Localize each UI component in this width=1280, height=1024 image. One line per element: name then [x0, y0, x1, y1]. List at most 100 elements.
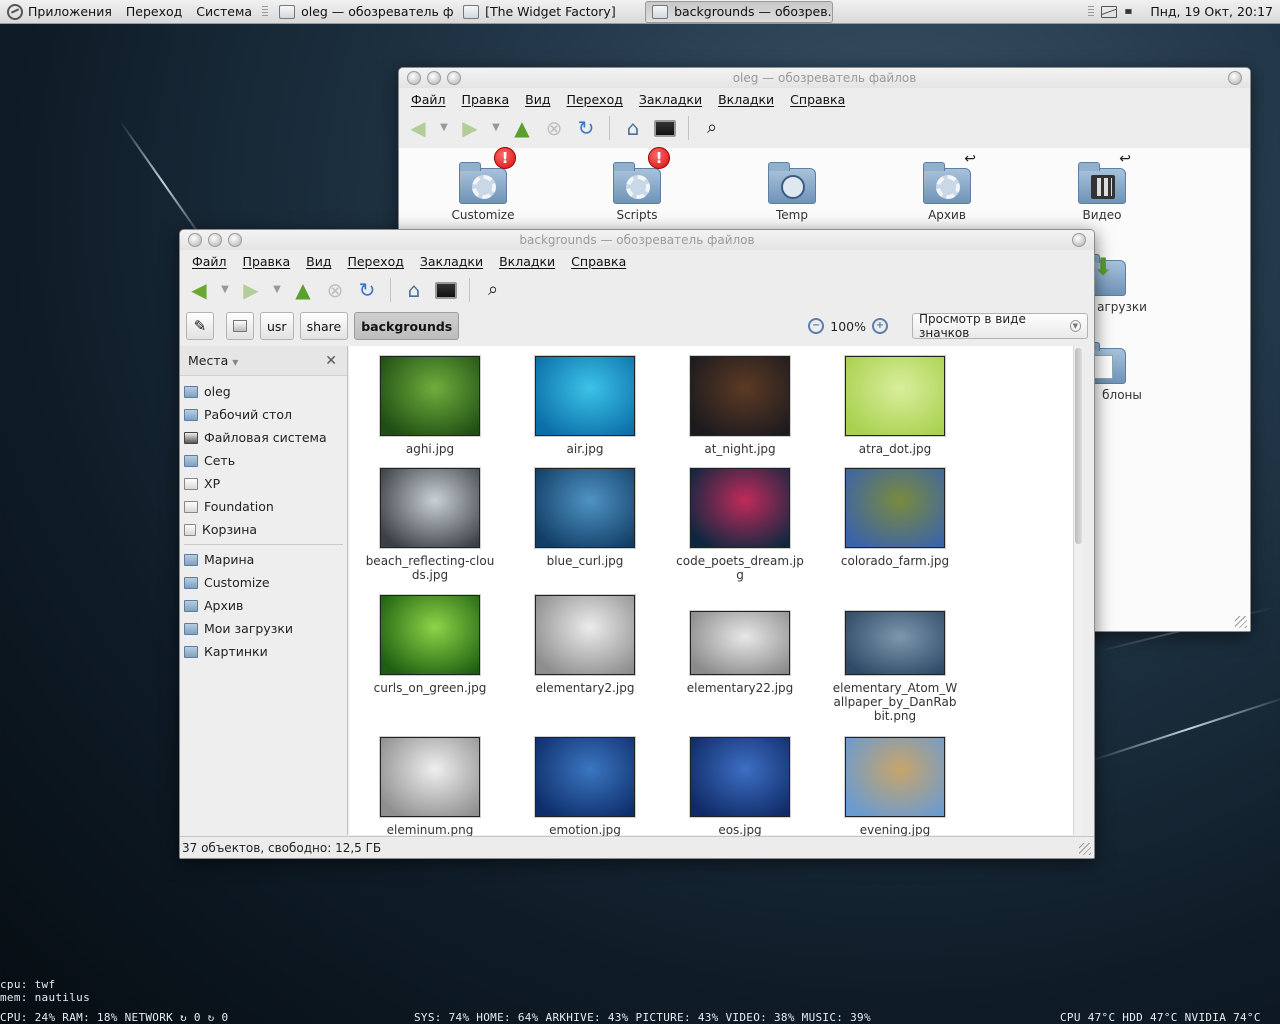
resize-grip[interactable] — [1235, 616, 1247, 628]
menu-tabs[interactable]: Вкладки — [710, 92, 782, 107]
folder-item[interactable]: ! Scripts — [577, 147, 697, 222]
reload-icon[interactable]: ↻ — [354, 277, 380, 303]
stop-icon[interactable]: ⊗ — [322, 277, 348, 303]
home-icon[interactable]: ⌂ — [620, 115, 646, 141]
file-item[interactable]: air.jpg — [510, 356, 660, 456]
chevron-down-icon[interactable]: ▼ — [437, 115, 451, 141]
menu-edit[interactable]: Правка — [235, 254, 299, 269]
window-menu-button[interactable] — [1072, 233, 1086, 247]
file-item[interactable]: beach_reflecting-clouds.jpg — [355, 468, 505, 582]
up-arrow-icon[interactable]: ▲ — [290, 277, 316, 303]
chevron-down-icon[interactable]: ▼ — [489, 115, 503, 141]
menu-view[interactable]: Вид — [517, 92, 558, 107]
scrollbar-thumb[interactable] — [1075, 348, 1082, 544]
file-item[interactable]: atra_dot.jpg — [820, 356, 970, 456]
chevron-down-icon[interactable]: ▼ — [270, 277, 284, 303]
reload-icon[interactable]: ↻ — [573, 115, 599, 141]
file-item[interactable]: evening.jpg — [820, 737, 970, 837]
file-item[interactable]: elementary22.jpg — [665, 611, 815, 695]
taskbar-item[interactable]: oleg — обозреватель ф... — [273, 1, 453, 23]
computer-icon[interactable] — [652, 115, 678, 141]
forward-arrow-icon[interactable]: ▶ — [457, 115, 483, 141]
home-icon[interactable]: ⌂ — [401, 277, 427, 303]
system-menu[interactable]: Система — [189, 0, 259, 24]
resize-grip[interactable] — [1079, 843, 1091, 855]
applications-menu[interactable]: Приложения — [0, 0, 119, 24]
file-item[interactable]: code_poets_dream.jpg — [665, 468, 815, 582]
menu-view[interactable]: Вид — [298, 254, 339, 269]
sidebar-item-network[interactable]: Сеть — [180, 449, 347, 472]
window-titlebar[interactable]: backgrounds — обозреватель файлов — [180, 230, 1094, 250]
sidebar-mode-select[interactable]: Места ▼ — [188, 353, 238, 368]
sidebar-item-foundation[interactable]: Foundation — [180, 495, 347, 518]
menu-file[interactable]: Файл — [184, 254, 235, 269]
folder-item[interactable]: Temp — [732, 162, 852, 222]
clock[interactable]: Пнд, 19 Окт, 20:17 — [1143, 0, 1280, 24]
menu-help[interactable]: Справка — [782, 92, 853, 107]
minimize-button[interactable] — [427, 71, 441, 85]
close-button[interactable] — [407, 71, 421, 85]
close-button[interactable] — [188, 233, 202, 247]
file-item[interactable]: emotion.jpg — [510, 737, 660, 837]
sidebar-item-filesystem[interactable]: Файловая система — [180, 426, 347, 449]
folder-item[interactable]: ↩ Архив — [887, 151, 1007, 222]
window-titlebar[interactable]: oleg — обозреватель файлов — [399, 68, 1250, 88]
taskbar-item[interactable]: [The Widget Factory] — [457, 1, 639, 23]
path-root-button[interactable] — [226, 312, 254, 340]
path-button[interactable]: usr — [260, 312, 294, 340]
file-item[interactable]: elementary2.jpg — [510, 595, 660, 695]
up-arrow-icon[interactable]: ▲ — [509, 115, 535, 141]
menu-bookmarks[interactable]: Закладки — [631, 92, 710, 107]
folder-item[interactable]: ! Customize — [423, 147, 543, 222]
taskbar-item-active[interactable]: backgrounds — обозрев... — [645, 0, 834, 23]
menu-file[interactable]: Файл — [403, 92, 454, 107]
file-item[interactable]: elementary_Atom_Wallpaper_by_DanRabbit.p… — [820, 611, 970, 723]
sidebar-bookmark[interactable]: Customize — [180, 571, 347, 594]
menu-help[interactable]: Справка — [563, 254, 634, 269]
minimize-button[interactable] — [208, 233, 222, 247]
search-icon[interactable]: ⌕ — [699, 115, 725, 141]
menu-go[interactable]: Переход — [339, 254, 411, 269]
path-button[interactable]: share — [299, 312, 349, 340]
volume-icon[interactable] — [1125, 5, 1137, 18]
sidebar-item-xp[interactable]: XP — [180, 472, 347, 495]
back-arrow-icon[interactable]: ◀ — [186, 277, 212, 303]
sidebar-bookmark[interactable]: Картинки — [180, 640, 347, 663]
file-item[interactable]: eleminum.png — [355, 737, 505, 837]
sidebar-item-desktop[interactable]: Рабочий стол — [180, 403, 347, 426]
view-mode-select[interactable]: Просмотр в виде значков ▼ — [912, 312, 1088, 340]
search-icon[interactable]: ⌕ — [480, 277, 506, 303]
sidebar-bookmark[interactable]: Марина — [180, 548, 347, 571]
places-menu[interactable]: Переход — [119, 0, 189, 24]
menu-bookmarks[interactable]: Закладки — [412, 254, 491, 269]
window-menu-button[interactable] — [1228, 71, 1242, 85]
file-item[interactable]: colorado_farm.jpg — [820, 468, 970, 568]
folder-item[interactable]: ↩ Видео — [1042, 151, 1162, 222]
maximize-button[interactable] — [447, 71, 461, 85]
sidebar-bookmark[interactable]: Мои загрузки — [180, 617, 347, 640]
file-item[interactable]: eos.jpg — [665, 737, 815, 837]
vertical-scrollbar[interactable] — [1073, 346, 1083, 835]
chevron-down-icon[interactable]: ▼ — [218, 277, 232, 303]
computer-icon[interactable] — [433, 277, 459, 303]
close-sidebar-icon[interactable]: ✕ — [325, 353, 337, 369]
file-item[interactable]: blue_curl.jpg — [510, 468, 660, 568]
file-item[interactable]: at_night.jpg — [665, 356, 815, 456]
sidebar-bookmark[interactable]: Архив — [180, 594, 347, 617]
menu-go[interactable]: Переход — [558, 92, 630, 107]
mail-icon[interactable] — [1101, 5, 1118, 18]
stop-icon[interactable]: ⊗ — [541, 115, 567, 141]
edit-location-button[interactable]: ✎ — [186, 312, 214, 340]
sidebar-item-trash[interactable]: Корзина — [180, 518, 347, 541]
file-item[interactable]: aghi.jpg — [355, 356, 505, 456]
sidebar-item-home[interactable]: oleg — [180, 380, 347, 403]
maximize-button[interactable] — [228, 233, 242, 247]
path-button-current[interactable]: backgrounds — [354, 312, 460, 340]
zoom-out-icon[interactable]: − — [808, 318, 825, 334]
zoom-in-icon[interactable]: + — [872, 318, 888, 334]
menu-tabs[interactable]: Вкладки — [491, 254, 563, 269]
back-arrow-icon[interactable]: ◀ — [405, 115, 431, 141]
file-item[interactable]: curls_on_green.jpg — [355, 595, 505, 695]
menu-edit[interactable]: Правка — [454, 92, 518, 107]
forward-arrow-icon[interactable]: ▶ — [238, 277, 264, 303]
